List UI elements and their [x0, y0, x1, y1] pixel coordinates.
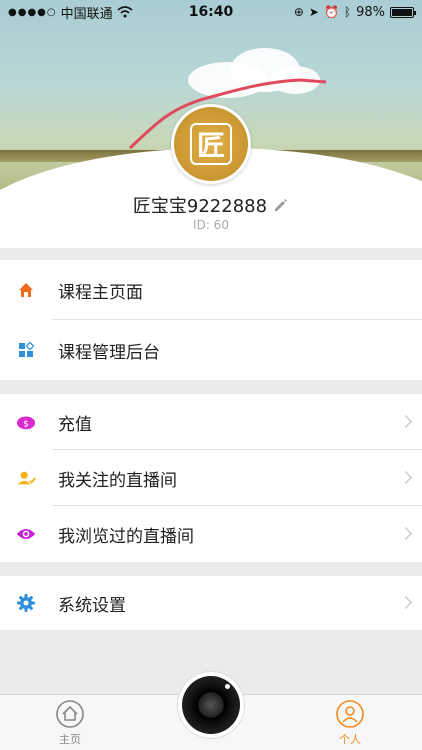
user-id: ID: 60	[193, 218, 229, 232]
camera-button[interactable]	[178, 672, 244, 738]
signal-dots-icon: ●●●●○	[8, 6, 57, 18]
menu-item-course-home[interactable]: 课程主页面	[0, 260, 422, 320]
avatar[interactable]: 匠	[171, 104, 251, 184]
battery-icon	[390, 6, 416, 18]
battery-percent: 98%	[356, 4, 385, 20]
menu-label: 系统设置	[58, 595, 126, 616]
tab-home[interactable]: 主页	[40, 699, 100, 747]
menu-item-course-admin[interactable]: 课程管理后台	[0, 320, 422, 380]
camera-icon	[182, 676, 240, 734]
username: 匠宝宝9222888	[132, 196, 268, 217]
menu-item-recharge[interactable]: $ 充值	[0, 394, 422, 450]
tab-label: 个人	[339, 733, 361, 746]
chevron-right-icon	[399, 596, 412, 609]
carrier: 中国联通	[60, 6, 113, 22]
orientation-lock-icon: ⊕	[293, 5, 304, 19]
gear-icon	[16, 593, 36, 613]
follow-user-icon	[16, 468, 36, 488]
chevron-right-icon	[399, 471, 412, 484]
avatar-logo: 匠	[190, 123, 232, 165]
grid-icon	[16, 340, 36, 360]
pencil-icon[interactable]	[273, 197, 289, 213]
home-icon	[16, 280, 36, 300]
bluetooth-icon: ᛒ	[343, 5, 352, 19]
alarm-icon: ⏰	[323, 5, 339, 19]
svg-text:$: $	[23, 420, 29, 430]
menu-label: 充值	[58, 414, 92, 435]
menu-label: 我浏览过的直播间	[58, 526, 194, 547]
menu-label: 课程主页面	[58, 282, 143, 303]
menu-group-courses: 课程主页面 课程管理后台	[0, 260, 422, 380]
status-time: 16:40	[188, 4, 234, 20]
chevron-right-icon	[399, 527, 412, 540]
tab-profile[interactable]: 个人	[320, 699, 380, 747]
menu-label: 课程管理后台	[58, 342, 160, 363]
menu-label: 我关注的直播间	[58, 470, 177, 491]
chevron-right-icon	[399, 415, 412, 428]
profile-header: 匠 匠宝宝9222888 ID: 60	[0, 0, 422, 248]
menu-item-followed-rooms[interactable]: 我关注的直播间	[0, 450, 422, 506]
menu-group-settings: 系统设置	[0, 576, 422, 630]
user-icon	[336, 700, 364, 728]
menu-item-system-settings[interactable]: 系统设置	[0, 576, 422, 630]
menu-item-viewed-rooms[interactable]: 我浏览过的直播间	[0, 506, 422, 562]
money-bag-icon: $	[16, 412, 36, 432]
location-icon: ➤	[308, 5, 319, 19]
eye-icon	[16, 524, 36, 544]
menu-group-account: $ 充值 我关注的直播间 我浏览过的直播间	[0, 394, 422, 562]
wifi-icon	[117, 6, 133, 18]
home-outline-icon	[56, 700, 84, 728]
tab-label: 主页	[59, 733, 81, 746]
status-bar: ●●●●○ 中国联通 16:40 ⊕ ➤ ⏰ ᛒ 98%	[0, 0, 422, 24]
